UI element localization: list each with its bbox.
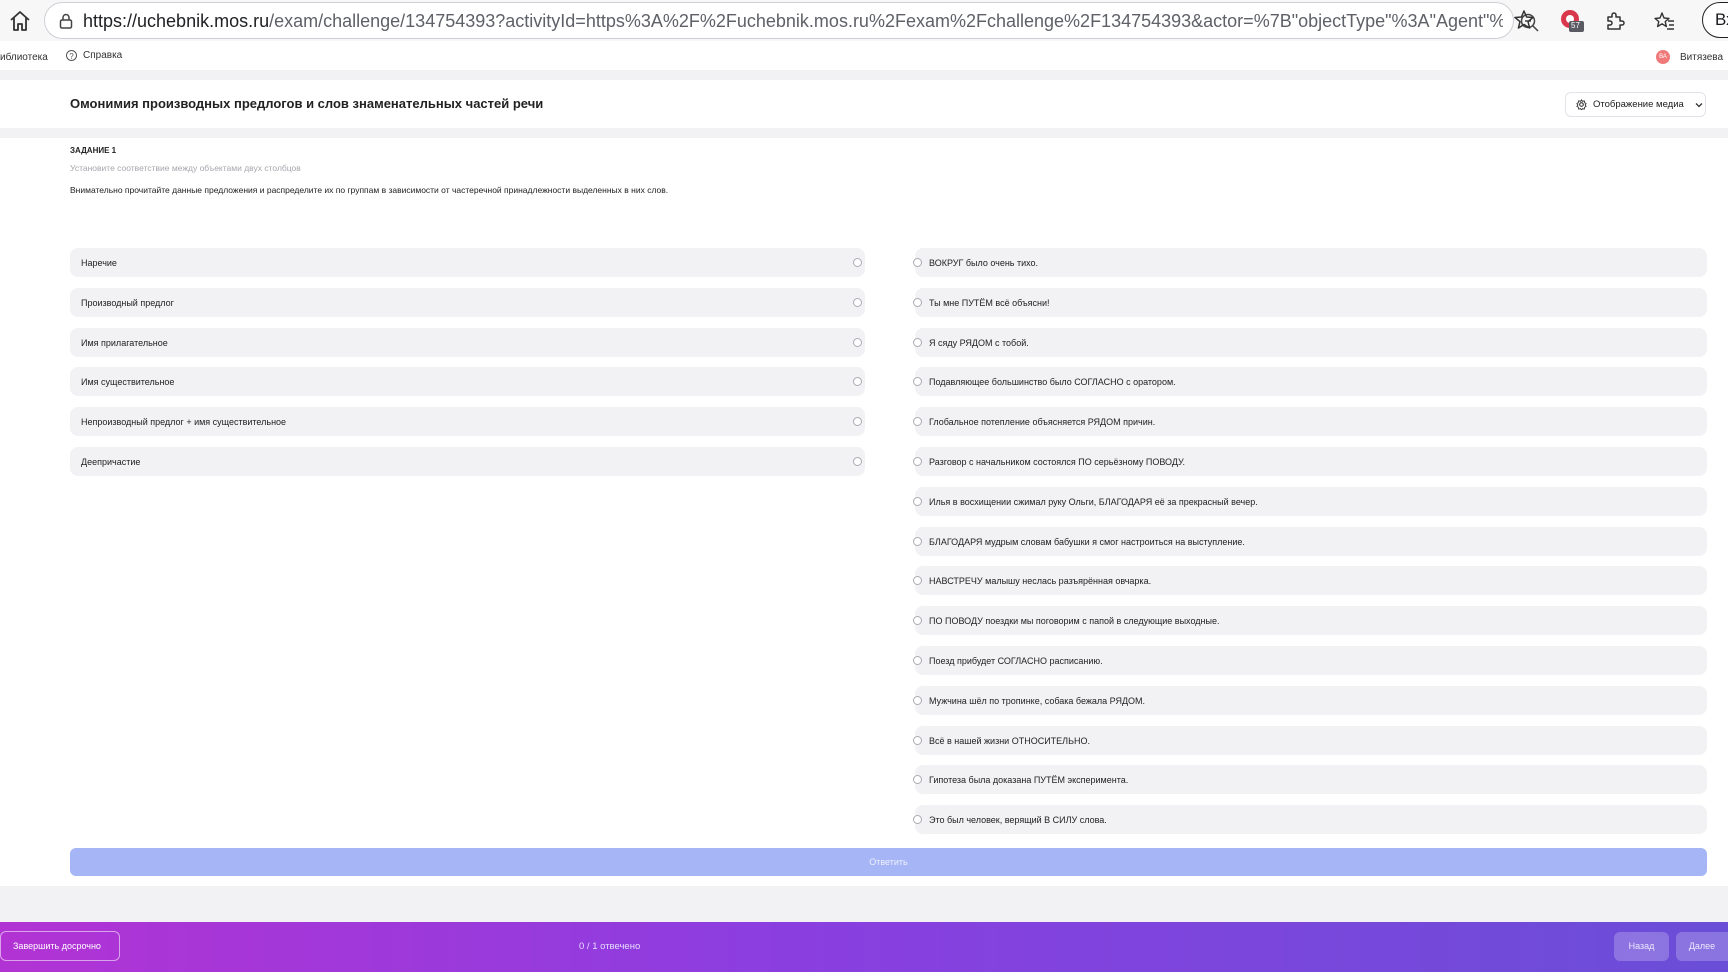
browser-toolbar: https://uchebnik.mos.ru/exam/challenge/1… <box>0 0 1728 41</box>
right-item-label: Я сяду РЯДОМ с тобой. <box>929 337 1029 348</box>
right-item-connector[interactable] <box>913 656 922 665</box>
user-menu[interactable]: ВА Витязева <box>1656 50 1723 64</box>
right-item-connector[interactable] <box>913 695 922 705</box>
user-name: Витязева <box>1680 51 1724 63</box>
left-item-label: Наречие <box>81 258 117 268</box>
right-item-label: Подавляющее большинство было СОГЛАСНО с … <box>929 377 1176 388</box>
right-item[interactable]: Разговор с начальником состоялся ПО серь… <box>915 447 1707 476</box>
left-item[interactable]: Непроизводный предлог + имя существитель… <box>70 407 865 437</box>
right-item-label: Всё в нашей жизни ОТНОСИТЕЛЬНО. <box>929 735 1090 746</box>
right-item[interactable]: ВОКРУГ было очень тихо. <box>915 248 1707 277</box>
left-item-label: Имя существительное <box>81 377 175 388</box>
right-item[interactable]: Мужчина шёл по тропинке, собака бежала Р… <box>915 685 1707 715</box>
left-item[interactable]: Имя существительное <box>70 367 865 397</box>
title-card: Омонимия производных предлогов и слов зн… <box>0 80 1728 128</box>
task-label: ЗАДАНИЕ 1 <box>70 146 117 155</box>
left-item-connector[interactable] <box>853 337 862 347</box>
divider <box>0 128 1728 138</box>
task-card: ЗАДАНИЕ 1 Установите соответствие между … <box>0 138 1728 886</box>
avatar: ВА <box>1656 50 1670 64</box>
media-display-button[interactable]: Отображение медиа <box>1565 92 1706 117</box>
right-item-label: Поезд прибудет СОГЛАСНО расписанию. <box>929 656 1103 666</box>
right-item[interactable]: Всё в нашей жизни ОТНОСИТЕЛЬНО. <box>915 725 1707 755</box>
right-item-label: Илья в восхищении сжимал руку Ольги, БЛА… <box>929 496 1258 507</box>
right-item-connector[interactable] <box>913 337 922 347</box>
lock-icon[interactable] <box>57 12 75 30</box>
right-item-label: БЛАГОДАРЯ мудрым словам бабушки я смог н… <box>929 536 1245 547</box>
puzzle-icon[interactable] <box>1603 9 1627 33</box>
favorites-icon[interactable] <box>1652 9 1676 33</box>
right-item[interactable]: БЛАГОДАРЯ мудрым словам бабушки я смог н… <box>915 526 1707 556</box>
right-item[interactable]: Подавляющее большинство было СОГЛАСНО с … <box>915 367 1707 397</box>
right-item-connector[interactable] <box>913 735 922 745</box>
right-item-label: Ты мне ПУТЁМ всё объясни! <box>929 297 1050 308</box>
help-link[interactable]: ? Справка <box>66 50 122 61</box>
divider <box>0 70 1728 80</box>
settings-icon <box>1576 99 1587 110</box>
next-button[interactable]: Далее <box>1676 932 1728 961</box>
chevron-down-icon <box>1695 102 1703 107</box>
address-bar[interactable]: https://uchebnik.mos.ru/exam/challenge/1… <box>44 2 1539 39</box>
right-item-label: Разговор с начальником состоялся ПО серь… <box>929 457 1186 467</box>
bookmark-star-icon[interactable] <box>1512 8 1536 32</box>
help-icon: ? <box>66 50 77 61</box>
left-item[interactable]: Имя прилагательное <box>70 327 865 357</box>
left-item-label: Имя прилагательное <box>81 337 168 348</box>
footer-bar: Завершить досрочно 0 / 1 отвечено Назад … <box>0 922 1728 972</box>
left-item[interactable]: Деепричастие <box>70 447 865 476</box>
library-link[interactable]: иблиотека <box>0 52 48 63</box>
answer-button[interactable]: Ответить <box>70 848 1707 876</box>
right-item-label: ПО ПОВОДУ поездки мы поговорим с папой в… <box>929 616 1220 627</box>
right-item[interactable]: Ты мне ПУТЁМ всё объясни! <box>915 287 1707 317</box>
left-item-connector[interactable] <box>853 297 862 307</box>
right-item-connector[interactable] <box>913 258 922 267</box>
help-label: Справка <box>83 50 123 61</box>
page-title: Омонимия производных предлогов и слов зн… <box>70 96 544 111</box>
right-item-label: НАВСТРЕЧУ малышу неслась разъярённая овч… <box>929 576 1152 587</box>
right-item-label: Это был человек, верящий В СИЛУ слова. <box>929 815 1107 826</box>
right-item[interactable]: Я сяду РЯДОМ с тобой. <box>915 327 1707 357</box>
right-item[interactable]: Глобальное потепление объясняется РЯДОМ … <box>915 407 1707 437</box>
left-item-label: Деепричастие <box>81 457 141 467</box>
left-item-label: Непроизводный предлог + имя существитель… <box>81 417 287 428</box>
right-item[interactable]: Это был человек, верящий В СИЛУ слова. <box>915 805 1707 835</box>
left-item-connector[interactable] <box>853 258 862 267</box>
right-item[interactable]: НАВСТРЕЧУ малышу неслась разъярённая овч… <box>915 566 1707 596</box>
right-item-label: Глобальное потепление объясняется РЯДОМ … <box>929 417 1156 428</box>
left-item[interactable]: Производный предлог <box>70 287 865 317</box>
app-top-bar: иблиотека ? Справка ВА Витязева <box>0 41 1728 70</box>
right-item-connector[interactable] <box>913 457 922 466</box>
right-item[interactable]: Гипотеза была доказана ПУТЁМ эксперимент… <box>915 765 1707 795</box>
task-instruction: Внимательно прочитайте данные предложени… <box>70 185 669 195</box>
right-item-label: Гипотеза была доказана ПУТЁМ эксперимент… <box>929 775 1129 786</box>
task-hint: Установите соответствие между объектами … <box>70 163 301 173</box>
url-path: /exam/challenge/134754393?activityId=htt… <box>269 11 1503 31</box>
url-host: https://uchebnik.mos.ru <box>83 11 270 31</box>
right-item-connector[interactable] <box>913 297 922 307</box>
left-item[interactable]: Наречие <box>70 248 865 277</box>
login-button[interactable]: Вход <box>1702 2 1728 38</box>
finish-early-button[interactable]: Завершить досрочно <box>0 931 120 961</box>
right-item-connector[interactable] <box>913 536 922 546</box>
media-display-label: Отображение медиа <box>1593 99 1684 110</box>
extension-icon[interactable]: 57 <box>1558 9 1584 33</box>
left-item-connector[interactable] <box>853 457 862 466</box>
left-item-label: Производный предлог <box>81 297 174 308</box>
extension-badge-count: 57 <box>1571 21 1580 30</box>
url-text[interactable]: https://uchebnik.mos.ru/exam/challenge/1… <box>83 11 1503 32</box>
right-item[interactable]: ПО ПОВОДУ поездки мы поговорим с папой в… <box>915 606 1707 636</box>
right-item-label: Мужчина шёл по тропинке, собака бежала Р… <box>929 695 1146 706</box>
progress-text: 0 / 1 отвечено <box>579 941 641 952</box>
home-icon[interactable] <box>6 8 34 34</box>
divider <box>0 886 1728 922</box>
back-button[interactable]: Назад <box>1614 932 1669 961</box>
right-item-label: ВОКРУГ было очень тихо. <box>929 258 1039 268</box>
right-item[interactable]: Поезд прибудет СОГЛАСНО расписанию. <box>915 646 1707 675</box>
right-item[interactable]: Илья в восхищении сжимал руку Ольги, БЛА… <box>915 486 1707 516</box>
right-item-connector[interactable] <box>913 496 922 506</box>
